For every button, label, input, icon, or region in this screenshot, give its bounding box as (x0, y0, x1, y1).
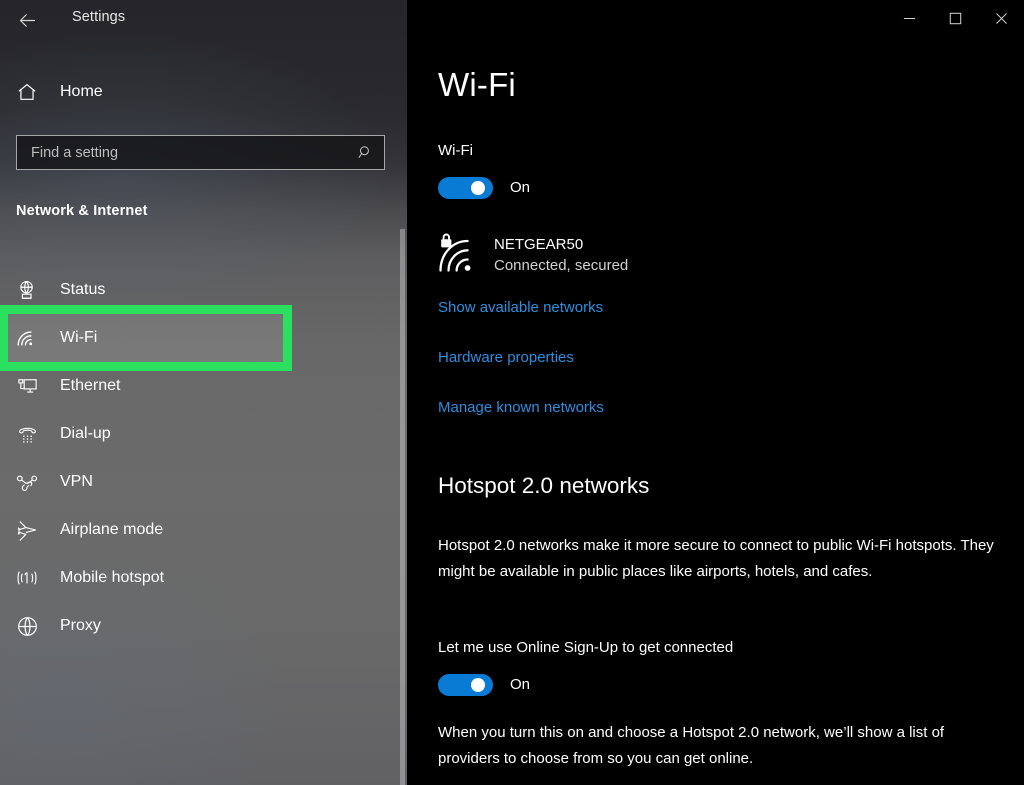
sidebar-item-vpn-label: VPN (60, 473, 93, 490)
sidebar-item-ethernet-label: Ethernet (60, 377, 121, 394)
sidebar-item-wifi[interactable]: Wi-Fi (0, 305, 292, 371)
vpn-knot-icon (12, 467, 42, 497)
sidebar-item-airplane-mode[interactable]: Airplane mode (0, 506, 292, 554)
wifi-secured-icon (438, 232, 484, 274)
sidebar-item-airplane-mode-label: Airplane mode (60, 521, 164, 538)
sidebar-scrollbar[interactable] (400, 229, 405, 785)
sidebar-item-status-label: Status (60, 281, 106, 298)
sidebar: Home Network & Internet (0, 0, 407, 785)
settings-window: Home Network & Internet (0, 0, 1024, 785)
wifi-toggle[interactable] (438, 177, 493, 199)
connected-network-row[interactable]: NETGEAR50 Connected, secured (438, 232, 628, 276)
sidebar-item-home-label: Home (60, 83, 103, 100)
hotspot-footnote: When you turn this on and choose a Hotsp… (438, 724, 945, 767)
online-signup-toggle-knob (471, 678, 485, 692)
sidebar-nav: Status Wi-Fi Ethernet Dial-up VPN Airpla… (0, 266, 407, 650)
sidebar-item-mobile-hotspot-label: Mobile hotspot (60, 569, 165, 586)
sidebar-item-mobile-hotspot[interactable]: Mobile hotspot (0, 554, 292, 602)
wifi-icon (12, 323, 42, 353)
ethernet-icon (12, 371, 42, 401)
network-name: NETGEAR50 (494, 236, 584, 253)
network-status: Connected, secured (494, 257, 629, 274)
proxy-globe-icon (12, 611, 42, 641)
manage-known-networks-link[interactable]: Manage known networks (438, 399, 604, 416)
sidebar-item-vpn[interactable]: VPN (0, 458, 292, 506)
sidebar-item-proxy-label: Proxy (60, 617, 101, 634)
hardware-properties-link[interactable]: Hardware properties (438, 349, 574, 366)
minimize-button[interactable] (886, 0, 932, 36)
sidebar-item-ethernet[interactable]: Ethernet (0, 362, 292, 410)
sidebar-item-status[interactable]: Status (0, 266, 292, 314)
status-globe-icon (12, 275, 42, 305)
connected-network-text: NETGEAR50 Connected, secured (494, 232, 628, 276)
sidebar-item-proxy[interactable]: Proxy (0, 602, 292, 650)
main-content: Wi-Fi Wi-Fi On NETGEAR50 Connected, secu… (407, 0, 1024, 785)
wifi-toggle-label: Wi-Fi (438, 142, 473, 159)
dialup-phone-icon (12, 419, 42, 449)
sidebar-item-dialup[interactable]: Dial-up (0, 410, 292, 458)
maximize-button[interactable] (932, 0, 978, 36)
sidebar-category-title: Network & Internet (16, 203, 148, 219)
mobile-hotspot-icon (12, 563, 42, 593)
title-bar: Settings (0, 0, 1024, 40)
hotspot-description: Hotspot 2.0 networks make it more secure… (438, 537, 994, 580)
sidebar-item-dialup-label: Dial-up (60, 425, 111, 442)
show-available-networks-link[interactable]: Show available networks (438, 299, 603, 316)
close-button[interactable] (978, 0, 1024, 36)
online-signup-toggle-state: On (510, 676, 531, 693)
online-signup-toggle-label: Let me use Online Sign-Up to get connect… (438, 639, 734, 656)
search-input[interactable] (17, 144, 350, 161)
page-title: Wi-Fi (438, 66, 516, 103)
wifi-toggle-state: On (510, 179, 531, 196)
back-arrow-icon[interactable] (10, 4, 44, 36)
sidebar-item-home[interactable]: Home (0, 74, 300, 110)
search-box[interactable] (16, 135, 385, 170)
search-icon[interactable] (350, 136, 380, 169)
hotspot-section-heading: Hotspot 2.0 networks (438, 473, 650, 498)
sidebar-item-wifi-label: Wi-Fi (60, 329, 98, 346)
home-icon (14, 79, 40, 105)
online-signup-toggle[interactable] (438, 674, 493, 696)
window-controls (886, 0, 1024, 36)
app-title: Settings (72, 9, 126, 25)
airplane-icon (12, 515, 42, 545)
wifi-toggle-knob (471, 181, 485, 195)
